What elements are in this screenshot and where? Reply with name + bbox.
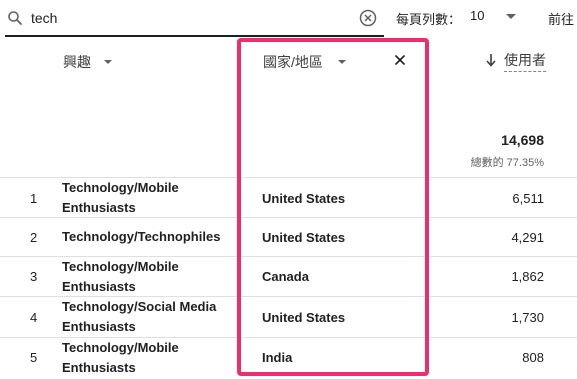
close-icon[interactable] — [393, 53, 407, 67]
clear-search-icon[interactable] — [358, 8, 378, 28]
go-to-page-link[interactable]: 前往 — [548, 9, 574, 28]
table-row: 1 Technology/Mobile Enthusiasts United S… — [0, 177, 577, 218]
row-index: 5 — [30, 350, 38, 365]
caret-down-icon[interactable] — [104, 60, 112, 64]
table-row: 2 Technology/Technophiles United States … — [0, 217, 577, 258]
search-icon — [8, 11, 22, 25]
row-index: 3 — [30, 269, 38, 284]
row-interest[interactable]: Technology/Social Media Enthusiasts — [62, 297, 234, 337]
row-index: 2 — [30, 230, 38, 245]
row-users: 1,862 — [511, 269, 544, 284]
row-users: 4,291 — [511, 230, 544, 245]
caret-down-icon[interactable] — [338, 60, 346, 64]
row-country[interactable]: United States — [262, 230, 345, 245]
column-header-interest[interactable]: 興趣 — [63, 52, 91, 72]
row-interest[interactable]: Technology/Technophiles — [62, 227, 234, 247]
row-country[interactable]: India — [262, 350, 292, 365]
row-index: 1 — [30, 191, 38, 206]
rows-per-page-label: 每頁列數： — [396, 12, 462, 27]
column-header-country[interactable]: 國家/地區 — [263, 52, 323, 72]
row-interest[interactable]: Technology/Mobile Enthusiasts — [62, 257, 234, 297]
search-underline — [5, 35, 384, 37]
table-row: 3 Technology/Mobile Enthusiasts Canada 1… — [0, 256, 577, 297]
total-users-value: 14,698 — [501, 132, 544, 148]
row-users: 1,730 — [511, 310, 544, 325]
rows-per-page-select[interactable]: 10 — [468, 7, 520, 27]
table-row: 5 Technology/Mobile Enthusiasts India 80… — [0, 337, 577, 378]
total-users-percent: 總數的 77.35% — [470, 157, 544, 169]
row-country[interactable]: United States — [262, 310, 345, 325]
table-toolbar: 每頁列數： 10 前往 — [0, 0, 577, 36]
row-interest[interactable]: Technology/Mobile Enthusiasts — [62, 178, 234, 218]
table-row: 4 Technology/Social Media Enthusiasts Un… — [0, 296, 577, 337]
row-country[interactable]: Canada — [262, 269, 309, 284]
caret-down-icon — [506, 14, 516, 19]
search-input[interactable] — [31, 9, 331, 27]
arrow-down-icon[interactable] — [485, 52, 497, 68]
rows-per-page-value: 10 — [470, 8, 485, 23]
row-interest[interactable]: Technology/Mobile Enthusiasts — [62, 338, 234, 378]
column-header-users[interactable]: 使用者 — [504, 50, 546, 72]
row-index: 4 — [30, 310, 38, 325]
row-users: 6,511 — [512, 191, 544, 206]
row-users: 808 — [522, 350, 544, 365]
row-country[interactable]: United States — [262, 191, 345, 206]
